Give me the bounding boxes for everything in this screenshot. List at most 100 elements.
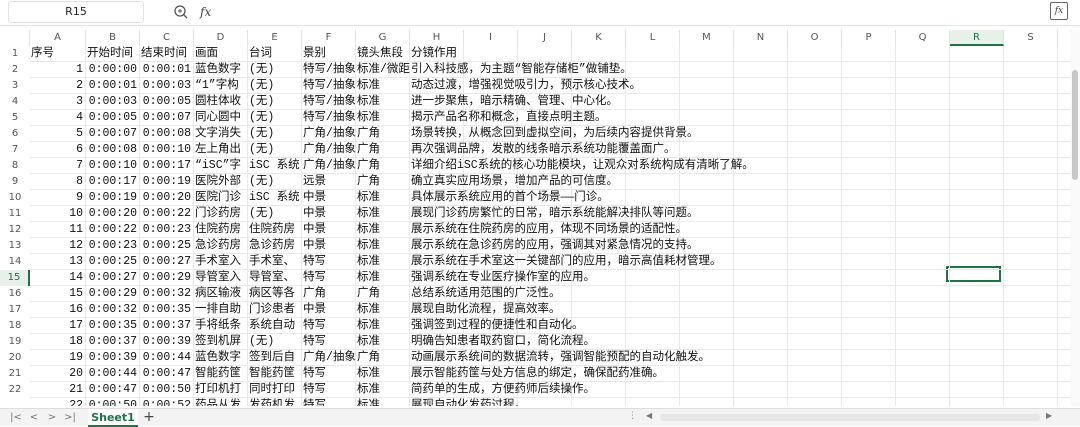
cell-f19[interactable]: 特写 xyxy=(302,334,356,350)
cell-d7[interactable]: 左上角出 xyxy=(194,142,248,158)
cell-h11[interactable]: 展现门诊药房繁忙的日常，暗示系统能解决排队等问题。 xyxy=(410,206,1060,222)
header-cell-a[interactable]: 序号 xyxy=(30,46,86,62)
cell-h4[interactable]: 进一步聚焦，暗示精确、管理、中心化。 xyxy=(410,94,1060,110)
cell-grid[interactable]: 序号 开始时间 结束时间 画面 台词 景别 镜头焦段 分镜作用 1 0:00:00 0:00:01 蓝… xyxy=(30,46,1070,406)
cell-b17[interactable]: 0:00:32 xyxy=(86,302,140,318)
cell-f2[interactable]: 特写/抽象 xyxy=(302,62,356,78)
cell-g18[interactable]: 标准 xyxy=(356,318,410,334)
cell-h12[interactable]: 展示系统在住院药房的应用，体现不同场景的适配性。 xyxy=(410,222,1060,238)
formula-input[interactable] xyxy=(222,3,1042,21)
scroll-left-icon[interactable]: ◀ xyxy=(646,411,652,420)
cell-b3[interactable]: 0:00:01 xyxy=(86,78,140,94)
cell-b18[interactable]: 0:00:35 xyxy=(86,318,140,334)
row-header-10[interactable]: 10 xyxy=(0,190,30,206)
cell-a3[interactable]: 2 xyxy=(30,78,86,94)
cell-d13[interactable]: 急诊药房 xyxy=(194,238,248,254)
cell-c5[interactable]: 0:00:07 xyxy=(140,110,194,126)
cell-g5[interactable]: 标准 xyxy=(356,110,410,126)
cell-h14[interactable]: 展示系统在手术室这一关键部门的应用，暗示高值耗材管理。 xyxy=(410,254,1060,270)
cell-c20[interactable]: 0:00:44 xyxy=(140,350,194,366)
cell-g14[interactable]: 标准 xyxy=(356,254,410,270)
cell-h18[interactable]: 强调签到过程的便捷性和自动化。 xyxy=(410,318,1060,334)
cell-a14[interactable]: 13 xyxy=(30,254,86,270)
formula-expand-icon[interactable]: fx xyxy=(1050,2,1068,20)
cell-a19[interactable]: 18 xyxy=(30,334,86,350)
cell-b22[interactable]: 0:00:47 xyxy=(86,382,140,398)
cell-a17[interactable]: 16 xyxy=(30,302,86,318)
cell-f18[interactable]: 特写 xyxy=(302,318,356,334)
cell-a15[interactable]: 14 xyxy=(30,270,86,286)
cell-g2[interactable]: 标准/微距 xyxy=(356,62,410,78)
cell-b10[interactable]: 0:00:19 xyxy=(86,190,140,206)
header-cell-c[interactable]: 结束时间 xyxy=(140,46,194,62)
cell-b6[interactable]: 0:00:07 xyxy=(86,126,140,142)
cell-g13[interactable]: 标准 xyxy=(356,238,410,254)
cell-b7[interactable]: 0:00:08 xyxy=(86,142,140,158)
cell-f10[interactable]: 中景 xyxy=(302,190,356,206)
cell-d5[interactable]: 同心圆中 xyxy=(194,110,248,126)
cell-c4[interactable]: 0:00:05 xyxy=(140,94,194,110)
cell-e6[interactable]: (无) xyxy=(248,126,302,142)
cell-a11[interactable]: 10 xyxy=(30,206,86,222)
cell-c3[interactable]: 0:00:03 xyxy=(140,78,194,94)
cell-h20[interactable]: 动画展示系统间的数据流转，强调智能预配的自动化触发。 xyxy=(410,350,1060,366)
cell-f12[interactable]: 中景 xyxy=(302,222,356,238)
column-header-p[interactable]: P xyxy=(842,30,896,46)
cell-b16[interactable]: 0:00:29 xyxy=(86,286,140,302)
row-header-3[interactable]: 3 xyxy=(0,78,30,94)
cell-e7[interactable]: (无) xyxy=(248,142,302,158)
cell-e17[interactable]: 门诊患者 xyxy=(248,302,302,318)
cell-c14[interactable]: 0:00:27 xyxy=(140,254,194,270)
cell-f4[interactable]: 特写/抽象 xyxy=(302,94,356,110)
cell-a12[interactable]: 11 xyxy=(30,222,86,238)
cell-h16[interactable]: 总结系统适用范围的广泛性。 xyxy=(410,286,1060,302)
cell-e20[interactable]: 签到后自 xyxy=(248,350,302,366)
cell-c15[interactable]: 0:00:29 xyxy=(140,270,194,286)
cell-e13[interactable]: 急诊药房 xyxy=(248,238,302,254)
column-header-e[interactable]: E xyxy=(248,30,302,46)
function-icon[interactable]: fx xyxy=(200,2,211,22)
cell-g23[interactable]: 标准 xyxy=(356,398,410,406)
cell-a2[interactable]: 1 xyxy=(30,62,86,78)
cell-a5[interactable]: 4 xyxy=(30,110,86,126)
cell-g11[interactable]: 标准 xyxy=(356,206,410,222)
scroll-split-handle[interactable]: ⋮ xyxy=(628,411,637,421)
cell-d9[interactable]: 医院外部 xyxy=(194,174,248,190)
cell-e14[interactable]: 手术室、 xyxy=(248,254,302,270)
cell-e2[interactable]: (无) xyxy=(248,62,302,78)
zoom-icon[interactable] xyxy=(172,3,190,21)
cell-e11[interactable]: (无) xyxy=(248,206,302,222)
cell-b20[interactable]: 0:00:39 xyxy=(86,350,140,366)
cell-b2[interactable]: 0:00:00 xyxy=(86,62,140,78)
column-header-j[interactable]: J xyxy=(518,30,572,46)
row-header-13[interactable]: 13 xyxy=(0,238,30,254)
cell-c7[interactable]: 0:00:10 xyxy=(140,142,194,158)
vertical-scroll-thumb[interactable] xyxy=(1072,70,1078,180)
cell-f9[interactable]: 远景 xyxy=(302,174,356,190)
cell-g22[interactable]: 标准 xyxy=(356,382,410,398)
scroll-right-icon[interactable]: ▶ xyxy=(1046,411,1052,420)
cell-e9[interactable]: (无) xyxy=(248,174,302,190)
cell-f3[interactable]: 特写/抽象 xyxy=(302,78,356,94)
cell-e15[interactable]: 导管室、 xyxy=(248,270,302,286)
horizontal-scrollbar[interactable] xyxy=(660,414,1040,421)
cell-d6[interactable]: 文字消失 xyxy=(194,126,248,142)
cell-b9[interactable]: 0:00:17 xyxy=(86,174,140,190)
column-header-o[interactable]: O xyxy=(788,30,842,46)
cell-d8[interactable]: “iSC”字 xyxy=(194,158,248,174)
cell-g8[interactable]: 广角 xyxy=(356,158,410,174)
cell-g9[interactable]: 广角 xyxy=(356,174,410,190)
cell-h10[interactable]: 具体展示系统应用的首个场景——门诊。 xyxy=(410,190,1060,206)
cell-e22[interactable]: 同时打印 xyxy=(248,382,302,398)
cell-g4[interactable]: 标准 xyxy=(356,94,410,110)
name-box[interactable]: R15 xyxy=(8,1,144,23)
cell-e21[interactable]: 智能药筐 xyxy=(248,366,302,382)
cell-b12[interactable]: 0:00:22 xyxy=(86,222,140,238)
cell-d15[interactable]: 导管室入 xyxy=(194,270,248,286)
cell-b23[interactable]: 0:00:50 xyxy=(86,398,140,406)
row-header-4[interactable]: 4 xyxy=(0,94,30,110)
cell-g10[interactable]: 标准 xyxy=(356,190,410,206)
cell-b5[interactable]: 0:00:05 xyxy=(86,110,140,126)
cell-f21[interactable]: 特写 xyxy=(302,366,356,382)
cell-h2[interactable]: 引入科技感，为主题“智能存储柜”做铺垫。 xyxy=(410,62,1060,78)
